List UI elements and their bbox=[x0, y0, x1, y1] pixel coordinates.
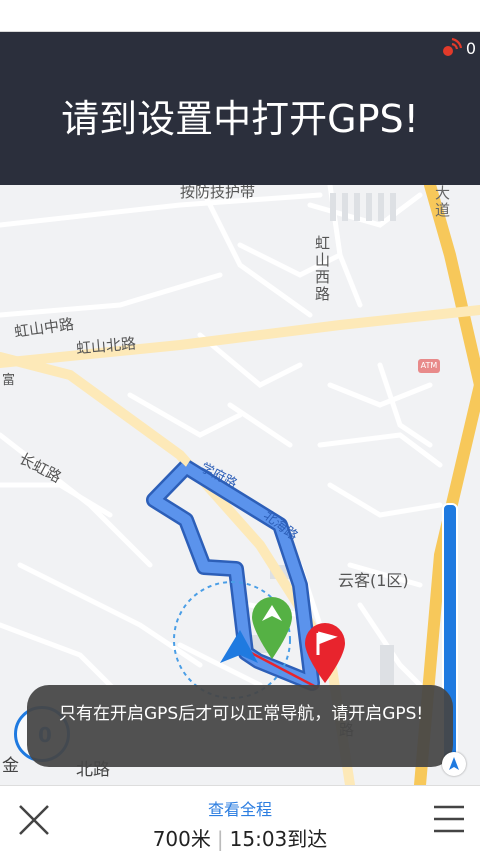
gps-warning-banner: 0 请到设置中打开GPS! bbox=[0, 32, 480, 185]
atm-icon: ATM bbox=[418, 359, 440, 373]
map-label-hongshan-west: 虹山西路 bbox=[313, 235, 331, 303]
route-summary: 700米 | 15:03到达 bbox=[152, 827, 328, 851]
compass-button[interactable] bbox=[442, 752, 466, 776]
status-bar bbox=[0, 0, 480, 32]
gps-message: 请到设置中打开GPS! bbox=[61, 97, 419, 141]
signal-indicator: 0 bbox=[440, 37, 476, 59]
map-label-yunke: 云客(1区) bbox=[338, 571, 409, 590]
bottom-bar: 查看全程 700米 | 15:03到达 bbox=[0, 785, 480, 853]
gps-toast: 只有在开启GPS后才可以正常导航，请开启GPS! bbox=[27, 685, 453, 767]
map-label-dadao: 大道 bbox=[433, 185, 451, 219]
compass-icon bbox=[449, 757, 459, 770]
map-label-jin: 金 bbox=[2, 756, 19, 776]
remaining-distance: 700米 bbox=[152, 827, 211, 851]
map-label-left-a: 富 bbox=[2, 373, 16, 388]
satellite-icon bbox=[442, 37, 462, 56]
menu-button[interactable] bbox=[432, 802, 466, 836]
signal-count: 0 bbox=[465, 38, 476, 58]
arrival-time: 15:03到达 bbox=[229, 827, 328, 851]
view-full-route-link[interactable]: 查看全程 bbox=[0, 796, 480, 820]
navigation-screen: 0 请到设置中打开GPS! 按防技护带 虹山西路 虹山中路 虹山北路 富 长虹路… bbox=[0, 0, 480, 853]
map-label-top: 按防技护带 bbox=[180, 185, 256, 201]
menu-icon bbox=[434, 805, 464, 833]
